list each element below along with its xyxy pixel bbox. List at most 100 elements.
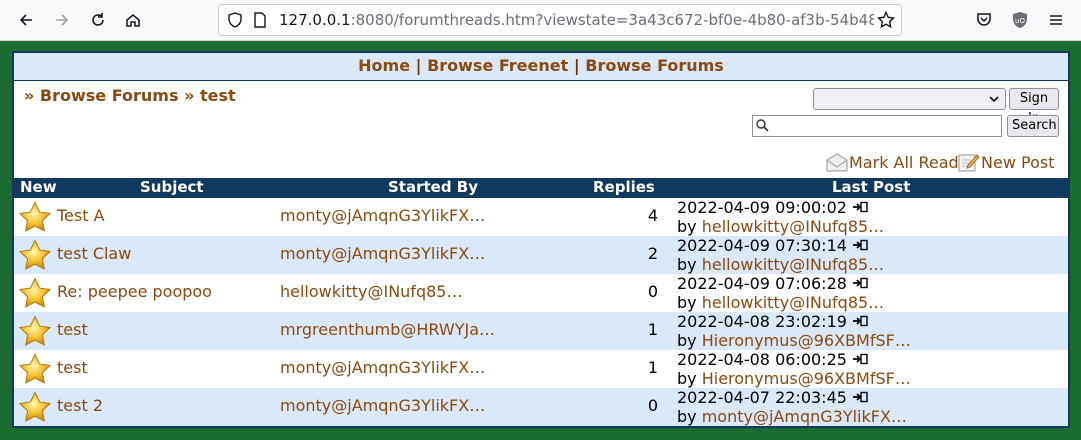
home-icon xyxy=(126,14,140,27)
go-to-last-post-icon[interactable] xyxy=(847,312,868,331)
url-bar[interactable]: 127.0.0.1:8080/forumthreads.htm?viewstat… xyxy=(218,4,902,36)
thread-starter-link[interactable]: mrgreenthumb@HRWYJa… xyxy=(280,320,495,339)
breadcrumb-forums-link[interactable]: Browse Forums xyxy=(40,86,179,105)
table-row: test 2 monty@jAmqnG3YlikFX… 0 2022-04-07 22… xyxy=(14,388,1068,426)
compose-icon xyxy=(958,154,980,172)
search-button[interactable]: Search xyxy=(1007,115,1059,137)
last-post-by-label: by xyxy=(677,217,697,236)
reply-count: 1 xyxy=(647,320,658,339)
table-body: Test A monty@jAmqnG3YlikFX… 4 2022-04-09 09… xyxy=(14,198,1068,426)
last-post-author-link[interactable]: Hieronymus@96XBMfSF… xyxy=(702,331,911,350)
thread-starter-link[interactable]: monty@jAmqnG3YlikFX… xyxy=(280,396,485,415)
go-to-last-post-icon[interactable] xyxy=(847,198,868,217)
last-post-author: by Hieronymus@96XBMfSF… xyxy=(677,331,911,350)
shield-icon[interactable] xyxy=(227,12,243,28)
back-arrow-icon xyxy=(19,14,32,26)
table-header: New Subject Started By Replies Last Post xyxy=(14,178,1068,198)
last-post-date: 2022-04-08 23:02:19 xyxy=(677,312,868,331)
last-post-author-link[interactable]: monty@jAmqnG3YlikFX… xyxy=(702,407,907,426)
column-header-last-post: Last Post xyxy=(832,178,911,196)
last-post-author-link[interactable]: Hieronymus@96XBMfSF… xyxy=(702,369,911,388)
go-to-last-post-icon[interactable] xyxy=(847,274,868,293)
breadcrumb-current-forum[interactable]: test xyxy=(200,86,236,105)
last-post-author: by hellowkitty@INufq85… xyxy=(677,293,884,312)
url-text[interactable]: 127.0.0.1:8080/forumthreads.htm?viewstat… xyxy=(279,11,874,29)
last-post-by-label: by xyxy=(677,369,697,388)
sign-in-button[interactable]: Sign In xyxy=(1009,88,1059,126)
table-row: test monty@jAmqnG3YlikFX… 1 2022-04-08 06:0… xyxy=(14,350,1068,388)
thread-starter-link[interactable]: hellowkitty@INufq85… xyxy=(280,282,462,301)
last-post-author-link[interactable]: hellowkitty@INufq85… xyxy=(702,255,884,274)
new-post-link[interactable]: New Post xyxy=(958,152,1054,172)
ublock-button[interactable]: uO xyxy=(1006,6,1034,34)
thread-subject-link[interactable]: Re: peepee poopoo xyxy=(57,282,212,301)
nav-browse-freenet-link[interactable]: Browse Freenet xyxy=(427,56,568,75)
forward-button[interactable] xyxy=(48,6,76,34)
pocket-button[interactable] xyxy=(970,6,998,34)
nav-separator: | xyxy=(415,56,422,75)
pocket-icon xyxy=(977,13,991,26)
chevron-down-icon xyxy=(989,96,999,103)
unread-star-icon xyxy=(18,277,52,309)
thread-subject-link[interactable]: Test A xyxy=(57,206,105,225)
home-button[interactable] xyxy=(119,6,147,34)
go-to-last-post-icon[interactable] xyxy=(847,236,868,255)
menu-button[interactable] xyxy=(1042,6,1070,34)
mark-all-read-label: Mark All Read xyxy=(849,152,959,172)
forum-frame: Home | Browse Freenet | Browse Forums » … xyxy=(12,51,1070,428)
reload-icon xyxy=(92,13,104,26)
thread-starter-link[interactable]: monty@jAmqnG3YlikFX… xyxy=(280,358,485,377)
breadcrumb-separator: » xyxy=(184,86,195,105)
last-post-author: by hellowkitty@INufq85… xyxy=(677,217,884,236)
nav-home-link[interactable]: Home xyxy=(358,56,410,75)
last-post-author: by Hieronymus@96XBMfSF… xyxy=(677,369,911,388)
last-post-date-text: 2022-04-08 23:02:19 xyxy=(677,312,847,331)
last-post-date: 2022-04-09 09:00:02 xyxy=(677,198,868,217)
new-post-label: New Post xyxy=(981,152,1055,172)
last-post-date-text: 2022-04-07 22:03:45 xyxy=(677,388,847,407)
search-input[interactable] xyxy=(752,115,1002,137)
mark-all-read-link[interactable]: Mark All Read xyxy=(826,152,959,172)
reply-count: 0 xyxy=(647,396,658,415)
unread-star-icon xyxy=(18,239,52,271)
last-post-date-text: 2022-04-09 09:00:02 xyxy=(677,198,847,217)
last-post-date-text: 2022-04-09 07:30:14 xyxy=(677,236,847,255)
hamburger-menu-icon xyxy=(1050,15,1062,25)
svg-text:uO: uO xyxy=(1015,17,1025,25)
identity-select[interactable] xyxy=(813,88,1006,110)
bookmark-star-icon[interactable] xyxy=(877,11,895,29)
column-header-replies: Replies xyxy=(593,178,655,196)
reload-button[interactable] xyxy=(84,6,112,34)
table-row: Re: peepee poopoo hellowkitty@INufq85… 0 20… xyxy=(14,274,1068,312)
last-post-date: 2022-04-09 07:30:14 xyxy=(677,236,868,255)
last-post-author-link[interactable]: hellowkitty@INufq85… xyxy=(702,293,884,312)
last-post-author-link[interactable]: hellowkitty@INufq85… xyxy=(702,217,884,236)
thread-subject-link[interactable]: test xyxy=(57,320,88,339)
reply-count: 1 xyxy=(647,358,658,377)
last-post-date-text: 2022-04-09 07:06:28 xyxy=(677,274,847,293)
last-post-by-label: by xyxy=(677,255,697,274)
thread-subject-link[interactable]: test 2 xyxy=(57,396,103,415)
unread-star-icon xyxy=(18,353,52,385)
unread-star-icon xyxy=(18,201,52,233)
forward-arrow-icon xyxy=(56,14,69,26)
go-to-last-post-icon[interactable] xyxy=(847,350,868,369)
thread-subject-link[interactable]: test xyxy=(57,358,88,377)
envelope-icon xyxy=(826,153,848,172)
back-button[interactable] xyxy=(12,6,40,34)
reply-count: 4 xyxy=(647,206,658,225)
url-host: 127.0.0.1 xyxy=(279,11,351,29)
column-header-started-by: Started By xyxy=(388,178,479,196)
thread-starter-link[interactable]: monty@jAmqnG3YlikFX… xyxy=(280,244,485,263)
page-info-icon[interactable] xyxy=(253,12,267,28)
go-to-last-post-icon[interactable] xyxy=(847,388,868,407)
last-post-author: by hellowkitty@INufq85… xyxy=(677,255,884,274)
thread-subject-link[interactable]: test Claw xyxy=(57,244,131,263)
ublock-shield-icon: uO xyxy=(1013,12,1027,28)
table-row: test Claw monty@jAmqnG3YlikFX… 2 2022-04-09… xyxy=(14,236,1068,274)
nav-browse-forums-link[interactable]: Browse Forums xyxy=(585,56,724,75)
nav-separator: | xyxy=(573,56,580,75)
table-row: test mrgreenthumb@HRWYJa… 1 2022-04-08 23:0… xyxy=(14,312,1068,350)
thread-starter-link[interactable]: monty@jAmqnG3YlikFX… xyxy=(280,206,485,225)
last-post-by-label: by xyxy=(677,331,697,350)
